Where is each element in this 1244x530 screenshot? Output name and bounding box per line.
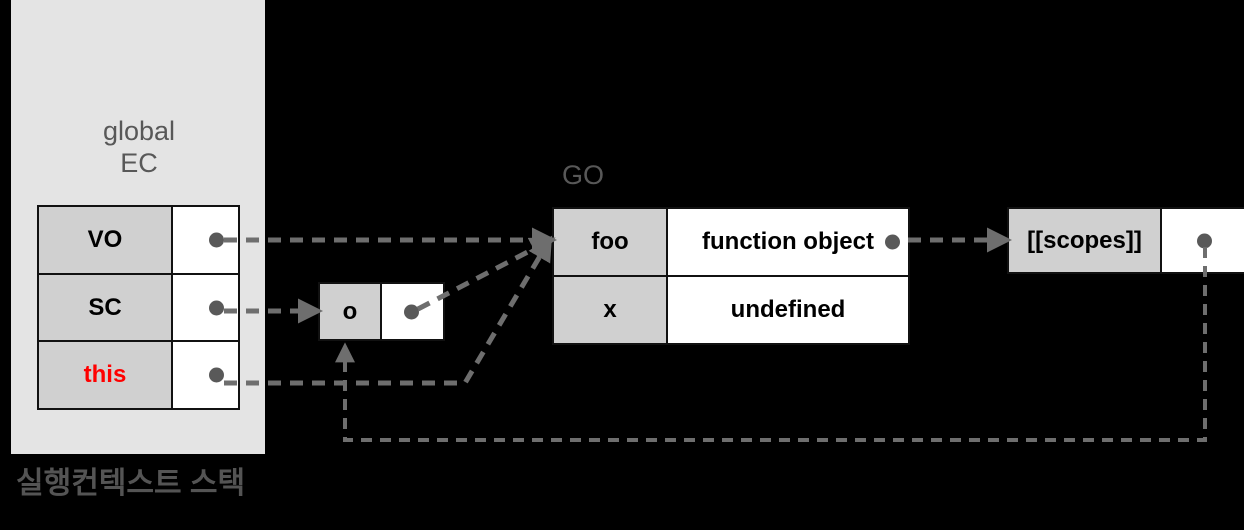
cell-value-o [382, 284, 443, 339]
pointer-dot-this [209, 367, 224, 383]
cell-value-this [173, 342, 238, 409]
cell-value-vo [173, 207, 238, 273]
cell-key-foo: foo [554, 209, 668, 275]
cell-value-x: undefined [668, 277, 908, 343]
cell-value-foo: function object [668, 209, 908, 275]
table-row-x: x undefined [554, 277, 908, 343]
execution-context-table: VO SC this [37, 205, 240, 410]
pointer-dot-o [404, 304, 419, 319]
pointer-dot-scopes [1197, 233, 1212, 248]
stack-title-label: 실행컨텍스트 스택 [16, 467, 246, 500]
table-row-o: o [320, 284, 443, 339]
cell-key-x: x [554, 277, 668, 343]
table-row-foo: foo function object [554, 209, 908, 277]
pointer-dot-foo [885, 234, 900, 250]
cell-key-scopes: [[scopes]] [1009, 209, 1162, 272]
pointer-dot-vo [209, 232, 224, 248]
table-row-sc: SC [39, 274, 238, 343]
scopes-box: [[scopes]] [1007, 207, 1244, 274]
table-row-this: this [39, 342, 238, 409]
object-o-box: o [318, 282, 445, 341]
cell-value-scopes [1162, 209, 1244, 272]
diagram-canvas: global EC GO 실행컨텍스트 스택 VO SC this o foo … [0, 0, 1244, 530]
table-row-vo: VO [39, 207, 238, 275]
cell-value-sc [173, 274, 238, 341]
cell-key-vo: VO [39, 207, 173, 273]
cell-key-this: this [39, 342, 173, 409]
global-object-table: foo function object x undefined [552, 207, 910, 345]
cell-key-o: o [320, 284, 382, 339]
cell-value-foo-text: function object [702, 228, 874, 255]
global-object-label: GO [562, 160, 605, 190]
global-ec-label: global EC [102, 116, 176, 178]
table-row-scopes: [[scopes]] [1009, 209, 1244, 272]
cell-key-sc: SC [39, 274, 173, 341]
pointer-dot-sc [209, 300, 224, 315]
